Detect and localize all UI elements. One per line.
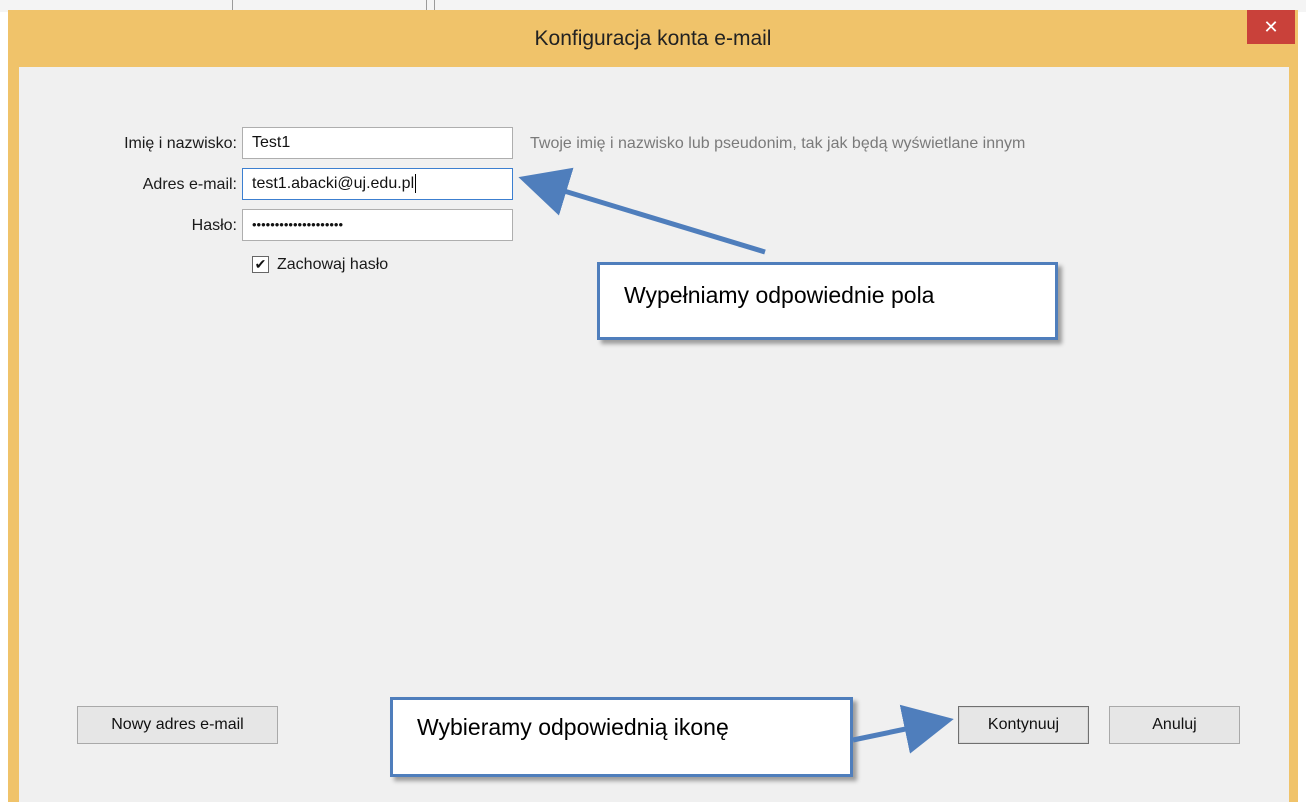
close-icon: ✕	[1263, 17, 1279, 37]
title-bar[interactable]: Konfiguracja konta e-mail ✕	[8, 10, 1298, 67]
strip-divider	[426, 0, 427, 10]
password-label: Hasło:	[191, 217, 237, 234]
strip-divider	[434, 0, 435, 10]
continue-button[interactable]: Kontynuuj	[958, 706, 1089, 744]
callout-fill-fields: Wypełniamy odpowiednie pola	[597, 262, 1058, 340]
checkmark-icon: ✔	[254, 256, 267, 272]
name-label: Imię i nazwisko:	[124, 135, 237, 152]
strip-divider	[232, 0, 233, 10]
callout-choose-button: Wybieramy odpowiednią ikonę	[390, 697, 853, 777]
window-title: Konfiguracja konta e-mail	[534, 27, 772, 50]
close-button[interactable]: ✕	[1247, 10, 1295, 44]
remember-password-label[interactable]: Zachowaj hasło	[277, 256, 477, 274]
email-label: Adres e-mail:	[142, 176, 237, 193]
name-hint: Twoje imię i nazwisko lub pseudonim, tak…	[530, 135, 1026, 152]
email-value: test1.abacki@uj.edu.pl	[252, 175, 415, 192]
email-field[interactable]: test1.abacki@uj.edu.pl	[242, 168, 513, 200]
new-address-button[interactable]: Nowy adres e-mail	[77, 706, 278, 744]
dialog-window: Konfiguracja konta e-mail ✕ Imię i nazwi…	[8, 10, 1298, 802]
password-field[interactable]: ••••••••••••••••••••	[242, 209, 513, 241]
remember-password-checkbox[interactable]: ✔	[252, 256, 269, 273]
name-field[interactable]: Test1	[242, 127, 513, 159]
cancel-button[interactable]: Anuluj	[1109, 706, 1240, 744]
dialog-content: Imię i nazwisko: Test1 Twoje imię i nazw…	[19, 67, 1289, 802]
text-caret	[415, 174, 417, 194]
